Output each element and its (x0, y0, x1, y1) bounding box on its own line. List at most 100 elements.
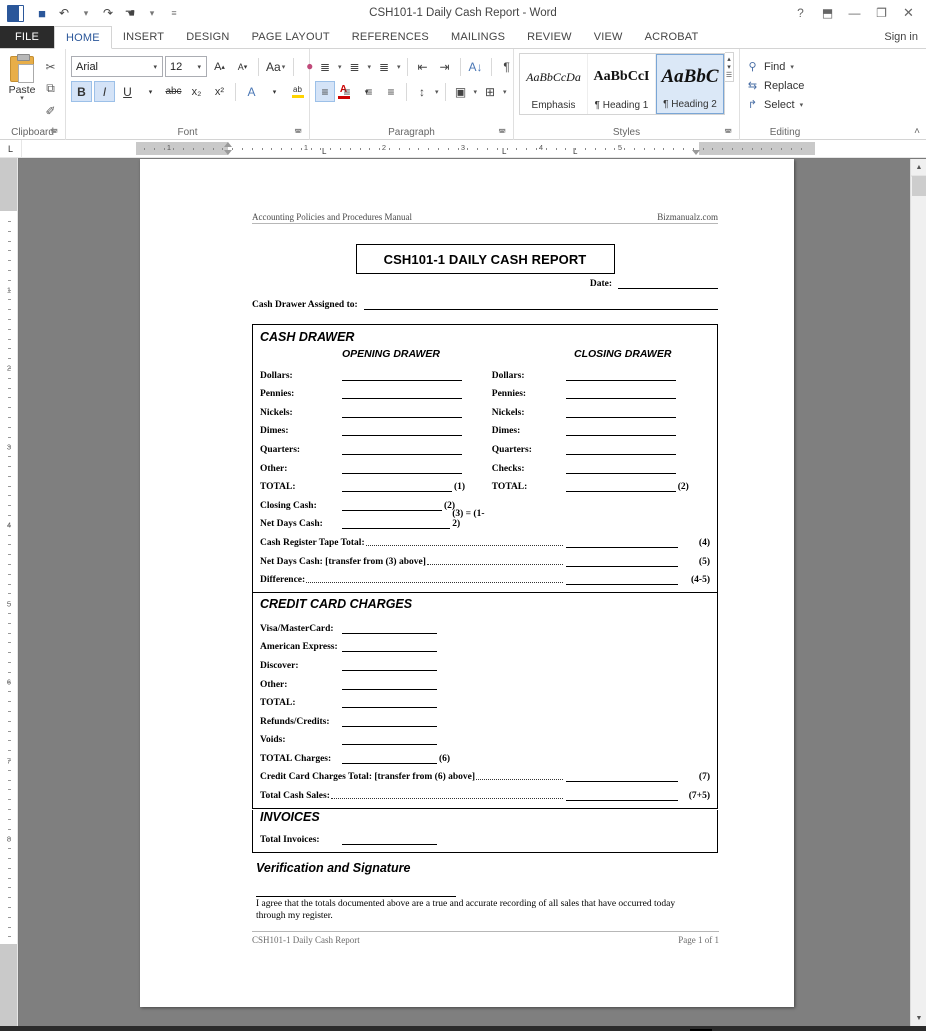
field-line[interactable] (342, 734, 437, 745)
redo-icon[interactable]: ↷ (98, 3, 118, 23)
paragraph-dialog-launcher-icon[interactable]: ◚ (498, 126, 506, 140)
tab-file[interactable]: FILE (0, 26, 54, 48)
font-name-caret-icon[interactable]: ▾ (150, 63, 160, 71)
field-line[interactable] (342, 463, 462, 474)
field-line[interactable] (342, 370, 462, 381)
field-line[interactable] (342, 660, 437, 671)
field-line[interactable] (342, 444, 462, 455)
styles-scroll-up-icon[interactable]: ▴ (727, 55, 731, 63)
font-size-combobox[interactable]: 12 ▾ (165, 56, 207, 77)
bullets-icon[interactable]: ≣ (315, 56, 335, 77)
styles-dialog-launcher-icon[interactable]: ◚ (724, 126, 732, 140)
field-line[interactable] (566, 481, 676, 492)
field-line[interactable] (342, 753, 437, 764)
tab-insert[interactable]: INSERT (112, 26, 175, 48)
customize-qat-icon[interactable]: ≡ (164, 3, 184, 23)
leader-line[interactable] (566, 556, 678, 567)
format-painter-icon[interactable]: ✐ (41, 101, 60, 120)
underline-button[interactable]: U (117, 81, 138, 102)
save-icon[interactable]: ■ (32, 3, 52, 23)
styles-gallery-scroll[interactable]: ▴ ▾ ☰ (725, 52, 734, 82)
touch-mode-icon[interactable]: ☚ (120, 3, 140, 23)
tab-mailings[interactable]: MAILINGS (440, 26, 516, 48)
restore-button[interactable]: ❐ (868, 1, 895, 25)
shrink-font-icon[interactable]: A▾ (232, 56, 253, 77)
field-line[interactable] (566, 370, 676, 381)
clipboard-dialog-launcher-icon[interactable]: ◚ (50, 126, 58, 140)
multilevel-caret-icon[interactable]: ▾ (397, 63, 401, 71)
justify-button[interactable]: ≡ (381, 81, 401, 102)
leader-line[interactable] (566, 574, 678, 585)
bold-button[interactable]: B (71, 81, 92, 102)
sign-in-link[interactable]: Sign in (884, 26, 918, 48)
decrease-indent-icon[interactable]: ⇤ (413, 56, 433, 77)
select-button[interactable]: ↱ Select ▾ (745, 95, 804, 114)
undo-caret-icon[interactable]: ▾ (76, 3, 96, 23)
close-button[interactable]: ✕ (895, 1, 922, 25)
field-line[interactable] (342, 388, 462, 399)
vertical-scrollbar[interactable]: ▲ ▼ (910, 159, 926, 1026)
tab-stop-marker[interactable]: L (322, 147, 326, 156)
font-size-caret-icon[interactable]: ▾ (194, 63, 204, 71)
highlight-icon[interactable]: ab (287, 81, 308, 102)
change-case-icon[interactable]: Aa▾ (264, 56, 288, 77)
leader-line[interactable] (566, 537, 678, 548)
field-line[interactable] (342, 641, 437, 652)
tab-stop-marker[interactable]: L (502, 147, 506, 156)
styles-scroll-down-icon[interactable]: ▾ (727, 63, 731, 71)
font-dialog-launcher-icon[interactable]: ◚ (294, 126, 302, 140)
style-emphasis[interactable]: AaBbCcDa Emphasis (520, 54, 588, 114)
date-input-line[interactable] (618, 279, 718, 289)
field-line[interactable] (566, 444, 676, 455)
field-line[interactable] (342, 834, 437, 845)
field-line[interactable] (342, 679, 437, 690)
scrollbar-thumb[interactable] (912, 176, 926, 196)
assigned-to-input-line[interactable] (364, 300, 718, 310)
font-name-combobox[interactable]: Arial ▾ (71, 56, 163, 77)
tab-design[interactable]: DESIGN (175, 26, 240, 48)
minimize-button[interactable]: — (841, 1, 868, 25)
tab-home[interactable]: HOME (54, 26, 112, 49)
find-button[interactable]: ⚲ Find ▾ (745, 57, 795, 76)
borders-icon[interactable]: ⊞ (480, 81, 500, 102)
document-canvas[interactable]: Accounting Policies and Procedures Manua… (19, 159, 910, 1026)
field-line[interactable] (566, 407, 676, 418)
align-left-button[interactable]: ≡ (315, 81, 335, 102)
subscript-icon[interactable]: x₂ (186, 81, 207, 102)
copy-icon[interactable]: ⧉ (41, 79, 60, 98)
grow-font-icon[interactable]: A▴ (209, 56, 230, 77)
field-line[interactable] (342, 425, 462, 436)
horizontal-ruler-track[interactable]: 112345LLL (136, 142, 815, 155)
line-spacing-caret-icon[interactable]: ▾ (435, 88, 439, 96)
collapse-ribbon-icon[interactable]: ˄ (914, 126, 920, 137)
style-heading-1[interactable]: AaBbCcI ¶ Heading 1 (588, 54, 656, 114)
field-line[interactable] (566, 463, 676, 474)
first-line-indent-marker[interactable] (224, 142, 232, 147)
align-center-button[interactable]: ≡ (337, 81, 357, 102)
undo-icon[interactable]: ↶ (54, 3, 74, 23)
tab-review[interactable]: REVIEW (516, 26, 583, 48)
field-line[interactable] (342, 500, 442, 511)
tab-references[interactable]: REFERENCES (341, 26, 440, 48)
text-effects-icon[interactable]: A (241, 81, 262, 102)
line-spacing-icon[interactable]: ↕ (412, 81, 432, 102)
ruler-bottom-margin[interactable] (0, 944, 18, 1026)
right-indent-marker[interactable] (692, 150, 700, 155)
tab-selector-button[interactable]: L (0, 140, 22, 158)
borders-caret-icon[interactable]: ▾ (503, 88, 507, 96)
field-line[interactable] (566, 388, 676, 399)
sort-icon[interactable]: A↓ (466, 56, 486, 77)
bullets-caret-icon[interactable]: ▾ (338, 63, 342, 71)
field-line[interactable] (342, 716, 437, 727)
style-heading-2[interactable]: AaBbC ¶ Heading 2 (656, 54, 724, 114)
styles-more-icon[interactable]: ☰ (726, 71, 732, 79)
document-page[interactable]: Accounting Policies and Procedures Manua… (140, 159, 794, 1007)
field-line[interactable] (342, 481, 452, 492)
field-line[interactable] (342, 623, 437, 634)
ruler-right-margin[interactable] (699, 142, 815, 155)
scroll-up-icon[interactable]: ▲ (911, 159, 926, 175)
italic-button[interactable]: I (94, 81, 115, 102)
multilevel-list-icon[interactable]: ≣ (374, 56, 394, 77)
shading-icon[interactable]: ▣ (451, 81, 471, 102)
select-caret-icon[interactable]: ▾ (800, 101, 804, 109)
